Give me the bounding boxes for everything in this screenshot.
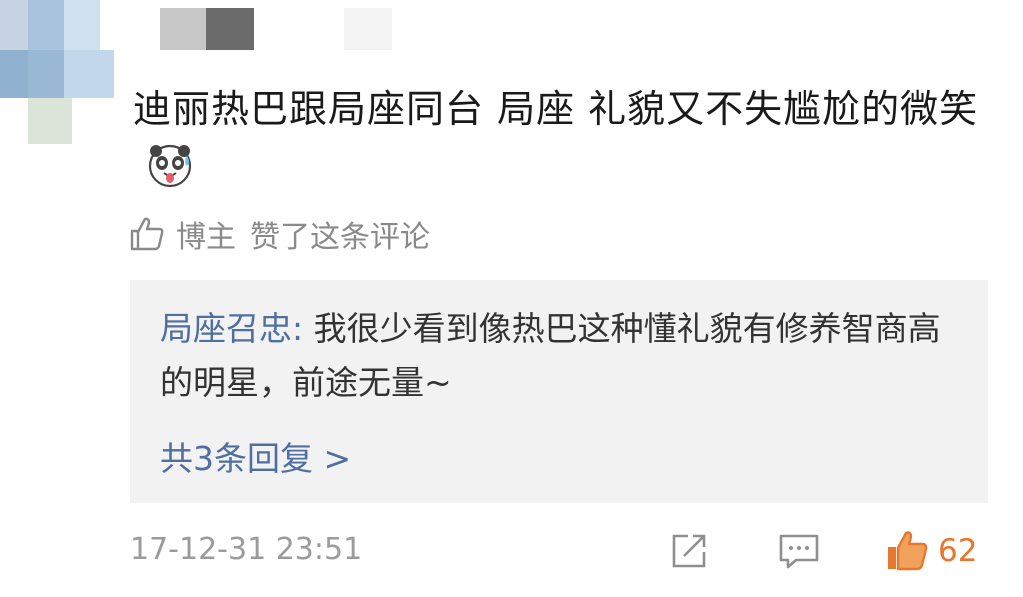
like-icon[interactable] [884, 528, 930, 574]
comment-text: 迪丽热巴跟局座同台 局座 礼貌又不失尴尬的微笑 [133, 87, 979, 131]
avatar-pixel [64, 50, 114, 98]
reply-author-link[interactable]: 局座召忠: [160, 309, 303, 348]
like-count: 62 [938, 533, 978, 569]
username-blurred[interactable] [206, 8, 254, 50]
blogger-label: 博主 [176, 220, 236, 255]
reply-preview[interactable]: 局座召忠: 我很少看到像热巴这种懂礼貌有修养智商高的明星，前途无量~ 共3条回复… [130, 280, 988, 503]
comment-body: 迪丽热巴跟局座同台 局座 礼貌又不失尴尬的微笑 [133, 80, 993, 196]
more-replies-link[interactable]: 共3条回复 > [160, 432, 351, 480]
avatar-pixel [28, 50, 64, 98]
timestamp: 17-12-31 23:51 [130, 532, 363, 567]
avatar-pixel [28, 98, 72, 144]
avatar-pixel [0, 0, 28, 50]
comment-icon[interactable] [776, 528, 822, 574]
username-blurred [344, 8, 392, 50]
username-blurred[interactable] [160, 8, 206, 50]
reply-content: 局座召忠: 我很少看到像热巴这种懂礼貌有修养智商高的明星，前途无量~ [160, 302, 960, 410]
avatar-pixel [0, 50, 28, 98]
avatar-pixel [28, 0, 64, 50]
liked-text: 赞了这条评论 [250, 220, 430, 255]
avatar-pixel [64, 0, 100, 50]
panda-sweat-emoji-icon [147, 142, 193, 188]
avatar[interactable] [0, 0, 130, 150]
liked-by-author: 博主 赞了这条评论 [128, 212, 430, 256]
share-icon[interactable] [666, 528, 712, 574]
thumbs-up-outline-icon [128, 215, 166, 253]
